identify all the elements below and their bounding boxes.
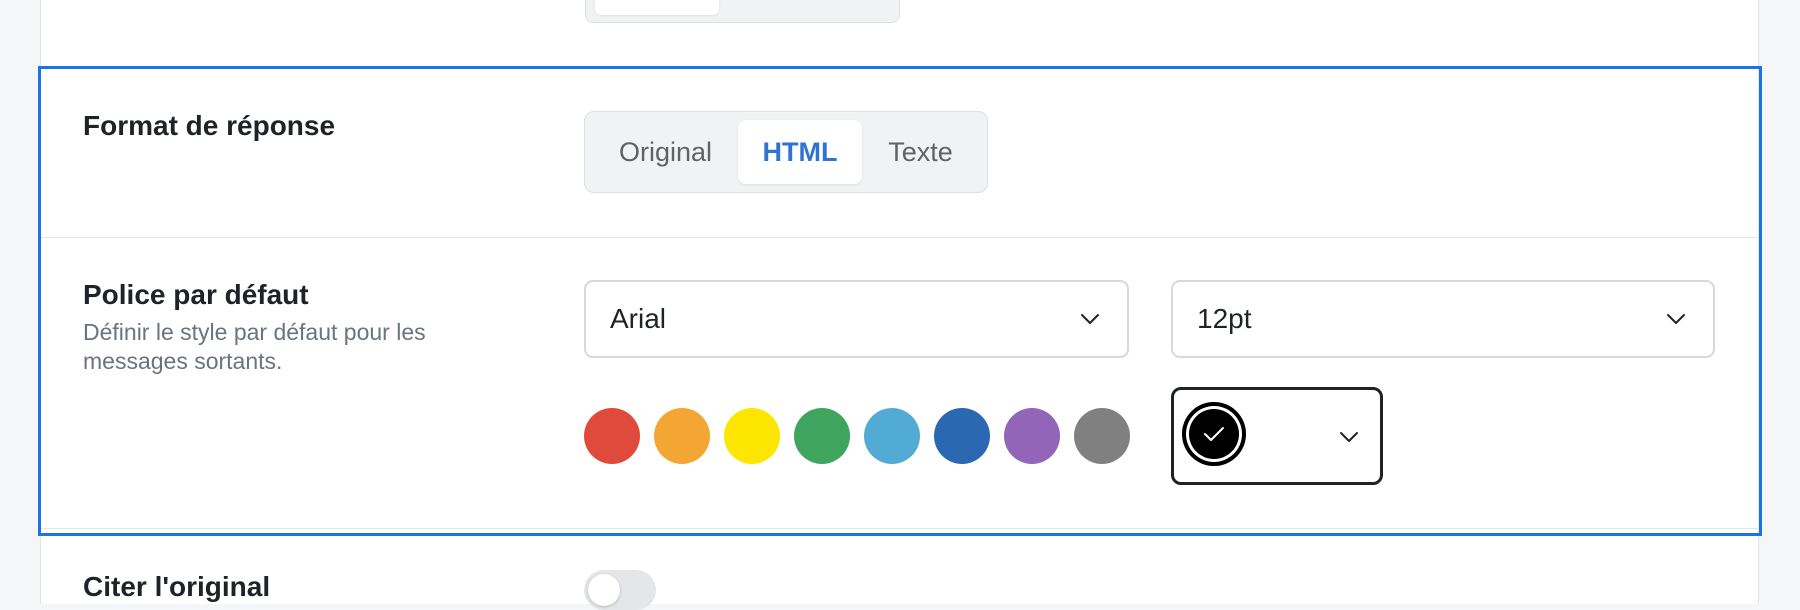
- toggle-knob: [588, 574, 620, 606]
- response-format-option-html[interactable]: HTML: [738, 120, 862, 184]
- font-size-select[interactable]: 12pt: [1171, 280, 1715, 358]
- color-swatch-yellow[interactable]: [724, 408, 780, 464]
- response-format-title: Format de réponse: [83, 110, 336, 141]
- chevron-down-icon: [1667, 314, 1685, 324]
- color-swatch-purple[interactable]: [1004, 408, 1060, 464]
- font-family-select[interactable]: Arial: [584, 280, 1129, 358]
- font-family-value: Arial: [610, 303, 667, 334]
- default-font-description: Définir le style par défaut pour les mes…: [83, 319, 426, 374]
- color-swatch-green[interactable]: [794, 408, 850, 464]
- previous-row-segmented-control[interactable]: [585, 0, 900, 23]
- color-picker-select[interactable]: [1171, 387, 1383, 485]
- color-swatch-light-blue[interactable]: [864, 408, 920, 464]
- response-format-option-texte[interactable]: Texte: [863, 120, 978, 184]
- font-size-value: 12pt: [1197, 303, 1252, 334]
- color-swatch-red[interactable]: [584, 408, 640, 464]
- color-swatch-blue[interactable]: [934, 408, 990, 464]
- quote-original-toggle[interactable]: [584, 570, 656, 610]
- response-format-segmented-control[interactable]: Original HTML Texte: [584, 111, 988, 193]
- selected-color-swatch: [1182, 402, 1246, 466]
- previous-row-segment[interactable]: [595, 0, 719, 15]
- color-swatch-gray[interactable]: [1074, 408, 1130, 464]
- color-swatch-orange[interactable]: [654, 408, 710, 464]
- chevron-down-icon: [1340, 432, 1358, 442]
- quote-original-title: Citer l'original: [83, 571, 271, 602]
- default-font-title: Police par défaut: [83, 279, 309, 310]
- checkmark-icon: [1204, 427, 1224, 441]
- response-format-option-original[interactable]: Original: [594, 120, 737, 184]
- chevron-down-icon: [1081, 314, 1099, 324]
- row-divider: [41, 528, 1758, 529]
- row-divider: [41, 237, 1758, 238]
